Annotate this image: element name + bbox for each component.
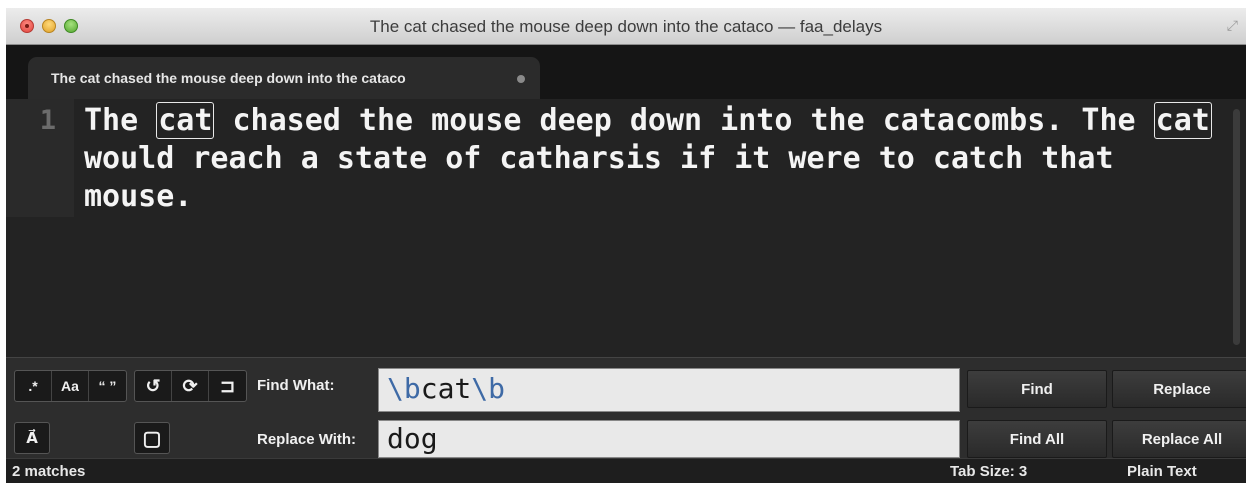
line-gutter: 1 — [6, 99, 74, 217]
status-bar: 2 matches Tab Size: 3 Plain Text — [6, 458, 1246, 483]
find-replace-panel: .* Aa “ ” ↺ ⟳ ⊐ Find What: \bcat\b Find … — [6, 357, 1246, 458]
vertical-scrollbar[interactable] — [1233, 109, 1240, 345]
replace-with-label: Replace With: — [257, 431, 357, 448]
scope-options-group: ↺ ⟳ ⊐ — [134, 370, 247, 402]
editor-text[interactable]: The cat chased the mouse deep down into … — [84, 102, 1214, 216]
in-selection-icon[interactable]: ⟳ — [172, 371, 209, 401]
regex-toggle[interactable]: .* — [15, 371, 52, 401]
title-bar: The cat chased the mouse deep down into … — [6, 8, 1246, 45]
syntax-menu[interactable]: Plain Text — [1127, 463, 1197, 480]
unsaved-dot-icon[interactable] — [517, 75, 525, 83]
find-input[interactable]: \bcat\b — [378, 368, 960, 412]
find-button[interactable]: Find — [967, 370, 1107, 408]
find-all-button[interactable]: Find All — [967, 420, 1107, 458]
regex-escape: \b — [387, 372, 421, 405]
whole-word-toggle[interactable]: “ ” — [89, 371, 126, 401]
search-match: cat — [156, 102, 215, 139]
preserve-case-toggle[interactable]: A⃗ — [14, 422, 50, 454]
tab-size-menu[interactable]: Tab Size: 3 — [950, 463, 1027, 480]
wrap-icon[interactable]: ↺ — [135, 371, 172, 401]
highlight-matches-icon[interactable]: ⊐ — [209, 371, 246, 401]
search-match: cat — [1153, 102, 1212, 139]
replace-input[interactable]: dog — [378, 420, 960, 458]
text-segment: chased the mouse deep down into the cata… — [214, 103, 1154, 138]
match-count: 2 matches — [12, 463, 86, 480]
text-editor[interactable]: 1 The cat chased the mouse deep down int… — [6, 99, 1246, 357]
search-options-group: .* Aa “ ” — [14, 370, 127, 402]
window-title: The cat chased the mouse deep down into … — [369, 17, 883, 36]
tab-label: The cat chased the mouse deep down into … — [51, 70, 406, 86]
case-sensitive-toggle[interactable]: Aa — [52, 371, 89, 401]
file-tab[interactable]: The cat chased the mouse deep down into … — [28, 57, 540, 99]
editor-window: The cat chased the mouse deep down into … — [6, 8, 1246, 483]
tab-bar: The cat chased the mouse deep down into … — [6, 45, 1246, 99]
regex-escape: \b — [471, 372, 506, 405]
line-number: 1 — [39, 105, 56, 136]
replace-all-button[interactable]: Replace All — [1112, 420, 1246, 458]
find-what-label: Find What: — [257, 377, 335, 394]
fullscreen-icon[interactable]: ⤢ — [1227, 17, 1238, 34]
replace-button[interactable]: Replace — [1112, 370, 1246, 408]
minimal-panel-icon[interactable]: ▢ — [134, 422, 170, 454]
text-segment: The — [84, 103, 157, 138]
search-term: cat — [420, 372, 472, 405]
